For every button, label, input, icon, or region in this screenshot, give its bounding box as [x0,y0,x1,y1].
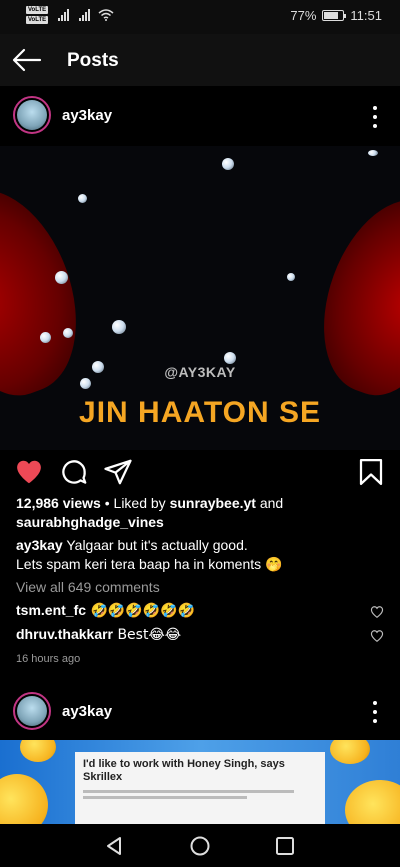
more-vertical-icon [373,701,377,705]
more-options-button[interactable] [370,701,380,723]
more-options-button[interactable] [370,106,380,128]
post-details: 12,986 views • Liked by sunraybee.yt and… [16,494,386,669]
media-bubble [40,332,51,343]
volte-badge-1: VoLTE [26,6,49,14]
liked-by-and: and [255,495,284,511]
media-bubble [112,320,126,334]
post-media[interactable]: @AY3KAY JIN HAATON SE [0,146,400,450]
signal-icon [58,9,70,21]
back-button[interactable] [10,46,44,74]
emoji-face-graphic [20,740,56,762]
save-button[interactable] [356,457,386,487]
comment-button[interactable] [59,457,89,487]
media-bubble [63,328,73,338]
system-navigation-bar [0,824,400,867]
square-recents-icon [276,837,294,855]
media-bubble [78,194,87,203]
circle-home-icon [190,836,210,856]
media-bubble [287,273,295,281]
comment-row: tsm.ent_fc 🤣🤣🤣🤣🤣🤣 [16,601,386,621]
page-title: Posts [67,50,119,71]
battery-percent: 77% [290,8,317,23]
news-article-card: I'd like to work with Honey Singh, says … [75,752,325,824]
caption-emoji: 🤭 [265,557,283,573]
heart-outline-icon[interactable] [370,629,384,643]
bookmark-icon [359,459,383,485]
volte-badges: VoLTE VoLTE [26,6,49,24]
post-actions [0,450,400,492]
heart-outline-icon[interactable] [370,605,384,619]
media-bubble [55,271,68,284]
emoji-face-graphic [330,740,370,764]
liked-by-user-2[interactable]: saurabhghadge_vines [16,514,164,530]
emoji-face-graphic [0,774,48,824]
status-right: 77% 11:51 [290,8,382,23]
emoji-face-graphic [345,780,400,824]
media-watermark: @AY3KAY [164,364,236,380]
network-indicators: VoLTE VoLTE [26,6,114,24]
media-bubble [368,150,378,156]
comment-text: 🤣🤣🤣🤣🤣🤣 [86,603,196,619]
comment-username[interactable]: tsm.ent_fc [16,602,86,618]
comment-text: Best😂😂 [113,627,182,643]
avatar[interactable] [13,692,51,730]
battery-fill [324,12,339,19]
caption: ay3kay Yalgaar but it's actually good. L… [16,536,386,575]
clock: 11:51 [350,8,382,23]
caption-text-2: Lets spam keri tera baap ha in koments [16,556,266,572]
liked-by-user-1[interactable]: sunraybee.yt [170,495,256,511]
comment-username[interactable]: dhruv.thakkarr [16,626,113,642]
engagement-line: 12,986 views • Liked by sunraybee.yt and… [16,494,386,532]
avatar-image [17,100,47,130]
volte-badge-2: VoLTE [26,16,49,24]
arrow-left-icon [12,48,42,72]
send-icon [104,459,132,485]
post-header-2: ay3kay [0,682,400,742]
app-bar: Posts [0,34,400,86]
status-bar: VoLTE VoLTE 77% 11:51 [0,0,400,34]
share-button[interactable] [103,457,133,487]
media-bubble [222,158,234,170]
post-username[interactable]: ay3kay [62,703,112,720]
news-body-line [83,796,247,799]
heart-filled-icon [17,460,41,484]
view-all-comments-link[interactable]: View all 649 comments [16,578,386,597]
post-username[interactable]: ay3kay [62,107,112,124]
comment-row: dhruv.thakkarr Best😂😂 [16,625,386,645]
signal-icon-2 [79,9,91,21]
post-header: ay3kay [0,86,400,146]
avatar-image [17,696,47,726]
nav-back-button[interactable] [101,833,127,859]
media-title-text: JIN HAATON SE [79,396,321,429]
triangle-back-icon [107,837,121,855]
post-timestamp: 16 hours ago [16,653,81,665]
news-body-line [83,790,294,793]
caption-text: Yalgaar but it's actually good. [62,537,248,553]
nav-recents-button[interactable] [272,833,298,859]
view-count[interactable]: 12,986 views [16,495,101,511]
avatar[interactable] [13,96,51,134]
media-bubble [224,352,236,364]
more-vertical-icon [373,106,377,110]
comment-icon [62,460,87,484]
news-headline: I'd like to work with Honey Singh, says … [83,758,285,783]
post-media-2[interactable]: I'd like to work with Honey Singh, says … [0,740,400,824]
battery-icon [322,10,347,21]
nav-home-button[interactable] [187,833,213,859]
liked-by-prefix: • Liked by [100,495,170,511]
wifi-icon [98,9,114,21]
caption-username[interactable]: ay3kay [16,537,63,553]
like-button[interactable] [14,457,44,487]
